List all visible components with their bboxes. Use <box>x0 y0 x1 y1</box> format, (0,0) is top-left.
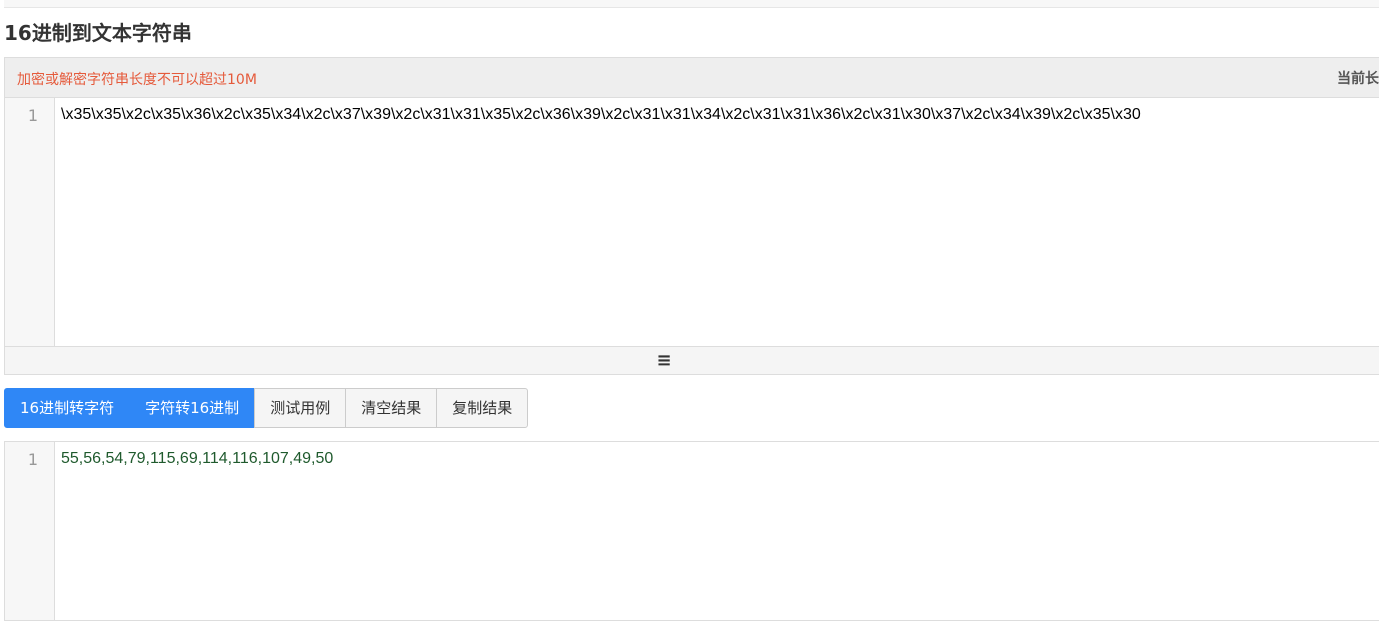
action-button-group: 16进制转字符 字符转16进制 测试用例 清空结果 复制结果 <box>4 388 529 428</box>
test-case-button[interactable]: 测试用例 <box>254 388 347 428</box>
current-length-label: 当前长 <box>1337 71 1379 87</box>
length-warning: 加密或解密字符串长度不可以超过10M <box>17 72 257 88</box>
hamburger-icon[interactable]: ≡ <box>656 350 671 371</box>
top-strip <box>4 0 1379 8</box>
input-panel: 加密或解密字符串长度不可以超过10M 当前长 1 \x35\x35\x2c\x3… <box>4 57 1379 375</box>
output-panel[interactable]: 1 55,56,54,79,115,69,114,116,107,49,50 <box>4 441 1379 621</box>
clear-result-button[interactable]: 清空结果 <box>345 388 438 428</box>
output-line-number: 1 <box>27 450 38 469</box>
output-code[interactable]: 55,56,54,79,115,69,114,116,107,49,50 <box>61 450 333 468</box>
output-gutter: 1 <box>5 442 55 620</box>
input-code[interactable]: \x35\x35\x2c\x35\x36\x2c\x35\x34\x2c\x37… <box>61 106 1141 124</box>
input-line-number: 1 <box>27 106 38 125</box>
resize-handle[interactable]: ≡ <box>5 346 1379 374</box>
copy-result-button[interactable]: 复制结果 <box>436 388 529 428</box>
input-gutter: 1 <box>5 98 55 348</box>
page-title: 16进制到文本字符串 <box>4 21 192 45</box>
input-panel-header: 加密或解密字符串长度不可以超过10M 当前长 <box>5 58 1379 98</box>
input-editor[interactable]: 1 \x35\x35\x2c\x35\x36\x2c\x35\x34\x2c\x… <box>5 98 1379 348</box>
string-to-hex-button[interactable]: 字符转16进制 <box>129 388 256 428</box>
hex-to-string-button[interactable]: 16进制转字符 <box>4 388 131 428</box>
